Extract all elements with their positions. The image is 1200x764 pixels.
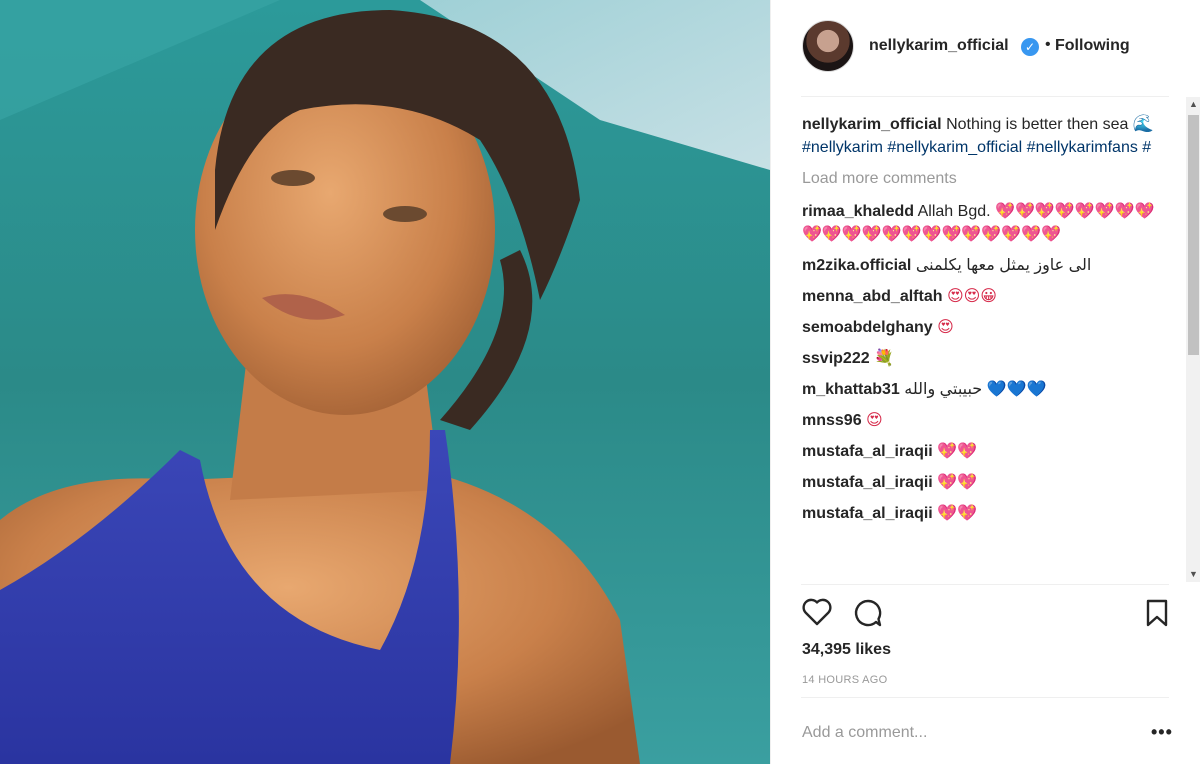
scroll-up-icon[interactable]: ▲	[1186, 97, 1200, 112]
caption-hashtags[interactable]: #nellykarim #nellykarim_official #nellyk…	[802, 139, 1151, 156]
comment-item: rimaa_khaledd Allah Bgd. 💖💖💖💖💖💖💖💖💖💖💖💖💖💖💖…	[802, 200, 1162, 246]
following-button[interactable]: Following	[1055, 37, 1130, 55]
comment-username[interactable]: semoabdelghany	[802, 319, 933, 336]
comment-emoji: 💙💙💙	[986, 381, 1047, 398]
comment-item: mustafa_al_iraqii 💖💖	[802, 440, 1162, 463]
comment-item: menna_abd_alftah 😍😍😀	[802, 285, 1162, 308]
comment-username[interactable]: m2zika.official	[802, 257, 911, 274]
verified-badge-icon: ✓	[1021, 38, 1039, 56]
comment-emoji: 😍😍😀	[946, 288, 997, 305]
avatar[interactable]	[802, 20, 854, 72]
post-timestamp[interactable]: 14 HOURS AGO	[802, 674, 888, 686]
load-more-comments-link[interactable]: Load more comments	[802, 167, 1162, 190]
comment-username[interactable]: rimaa_khaledd	[802, 203, 914, 220]
post-photo[interactable]	[0, 0, 770, 764]
comment-item: mnss96 😍	[802, 409, 1162, 432]
comment-username[interactable]: menna_abd_alftah	[802, 288, 942, 305]
comment-username[interactable]: mustafa_al_iraqii	[802, 474, 933, 491]
comment-bubble-icon[interactable]	[853, 598, 883, 633]
comment-item: m2zika.official الى عاوز يمثل معها يكلمن…	[802, 254, 1162, 277]
comments-scrollbar[interactable]: ▲ ▼	[1186, 97, 1200, 582]
comment-emoji: 💖💖	[937, 474, 978, 491]
more-options-icon[interactable]: •••	[1151, 722, 1173, 743]
caption: nellykarim_official Nothing is better th…	[802, 112, 1162, 159]
post-side-panel: nellykarim_official ✓ • Following nellyk…	[770, 0, 1200, 764]
comment-emoji: 💖💖	[937, 505, 978, 522]
photo-illustration	[0, 0, 770, 764]
comment-username[interactable]: ssvip222	[802, 350, 870, 367]
comments-list: nellykarim_official Nothing is better th…	[802, 112, 1162, 584]
divider	[801, 697, 1169, 698]
caption-username[interactable]: nellykarim_official	[802, 116, 942, 133]
caption-text: Nothing is better then sea	[946, 116, 1129, 133]
comment-text: الى عاوز يمثل معها يكلمنى	[915, 257, 1092, 274]
separator-dot: •	[1045, 36, 1051, 53]
comment-item: m_khattab31 حبيبتي والله 💙💙💙	[802, 378, 1162, 401]
post-header: nellykarim_official ✓ • Following	[771, 0, 1200, 96]
comment-item: ssvip222 💐	[802, 347, 1162, 370]
heart-outline-icon[interactable]	[802, 598, 832, 631]
comment-item: mustafa_al_iraqii 💖💖	[802, 502, 1162, 525]
bookmark-icon[interactable]	[1145, 598, 1169, 633]
likes-count[interactable]: 34,395 likes	[802, 641, 891, 659]
comment-username[interactable]: mustafa_al_iraqii	[802, 443, 933, 460]
comment-item: mustafa_al_iraqii 💖💖	[802, 471, 1162, 494]
comment-item: semoabdelghany 😍	[802, 316, 1162, 339]
scrollbar-thumb[interactable]	[1188, 115, 1199, 355]
comment-username[interactable]: m_khattab31	[802, 381, 900, 398]
comment-emoji: 💐	[874, 350, 894, 367]
comment-emoji: 💖💖	[937, 443, 978, 460]
scroll-down-icon[interactable]: ▼	[1186, 567, 1200, 582]
comment-text: حبيبتي والله	[904, 381, 983, 398]
comment-username[interactable]: mustafa_al_iraqii	[802, 505, 933, 522]
add-comment-input[interactable]: Add a comment...	[802, 724, 927, 742]
comment-emoji: 😍	[866, 412, 883, 429]
divider	[801, 584, 1169, 585]
wave-emoji: 🌊	[1132, 114, 1155, 133]
comment-emoji: 😍	[937, 319, 954, 336]
comment-text: Allah Bgd.	[917, 203, 991, 220]
divider	[801, 96, 1169, 97]
header-username[interactable]: nellykarim_official	[869, 37, 1009, 55]
comment-username[interactable]: mnss96	[802, 412, 862, 429]
